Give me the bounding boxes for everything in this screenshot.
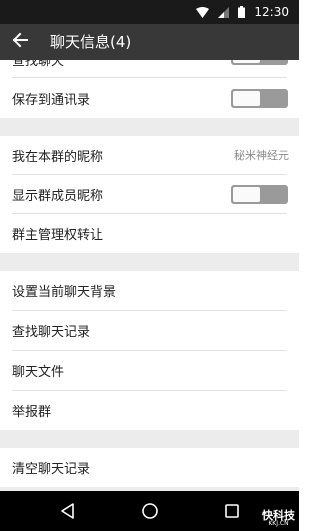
circle-home-icon: [140, 503, 160, 525]
square-recents-icon: [222, 504, 242, 525]
status-bar: 12:30: [0, 0, 299, 24]
show-nicknames-label: 显示群成员昵称: [12, 188, 104, 204]
save-to-contacts-row[interactable]: 保存到通讯录: [0, 78, 299, 118]
page-title: 聊天信息(4): [50, 33, 132, 51]
toggle-thumb: [233, 91, 260, 106]
wifi-icon: [196, 3, 210, 22]
group-nickname-value: 秘米神经元: [234, 149, 289, 162]
watermark: 快科技 KKJ.CN: [262, 510, 295, 527]
search-history-label: 查找聊天记录: [12, 325, 91, 340]
group-nickname-label: 我在本群的昵称: [12, 149, 104, 165]
group-nickname-row[interactable]: 我在本群的昵称 秘米神经元: [0, 136, 299, 174]
toggle-thumb: [233, 60, 260, 63]
save-to-contacts-toggle[interactable]: [231, 89, 288, 108]
find-chat-label: 查找聊天: [12, 60, 65, 69]
cell-signal-icon: [218, 3, 230, 22]
settings-list[interactable]: 查找聊天 保存到通讯录 我在本群的昵称 秘米神经元 显示群成员昵称 群主管理权转…: [0, 60, 299, 491]
back-arrow-icon: [12, 32, 28, 52]
show-nicknames-row[interactable]: 显示群成员昵称: [0, 175, 299, 213]
report-group-row[interactable]: 举报群: [0, 391, 299, 430]
section-gap: [0, 253, 299, 271]
nav-recents-button[interactable]: [222, 501, 242, 521]
section-gap: [0, 430, 299, 448]
nav-back-button[interactable]: [58, 501, 78, 521]
toolbar: 聊天信息(4): [0, 24, 299, 60]
save-to-contacts-label: 保存到通讯录: [12, 92, 91, 108]
find-chat-toggle[interactable]: [231, 60, 288, 65]
transfer-ownership-label: 群主管理权转让: [12, 228, 104, 243]
report-group-label: 举报群: [12, 405, 52, 420]
navigation-bar: 快科技 KKJ.CN: [0, 491, 299, 531]
find-chat-row[interactable]: 查找聊天: [0, 60, 299, 69]
back-button[interactable]: [8, 30, 32, 54]
search-history-row[interactable]: 查找聊天记录: [0, 311, 299, 350]
toggle-thumb: [233, 187, 260, 202]
set-background-label: 设置当前聊天背景: [12, 285, 117, 300]
transfer-ownership-row[interactable]: 群主管理权转让: [0, 214, 299, 253]
triangle-back-icon: [58, 503, 78, 525]
section-gap: [0, 118, 299, 136]
clear-history-row[interactable]: 清空聊天记录: [0, 448, 299, 487]
set-background-row[interactable]: 设置当前聊天背景: [0, 271, 299, 310]
clear-history-label: 清空聊天记录: [12, 462, 91, 477]
show-nicknames-toggle[interactable]: [231, 185, 288, 204]
chat-files-row[interactable]: 聊天文件: [0, 351, 299, 390]
nav-home-button[interactable]: [140, 501, 160, 521]
status-time: 12:30: [254, 5, 289, 19]
chat-files-label: 聊天文件: [12, 365, 65, 380]
battery-icon: [238, 3, 246, 22]
